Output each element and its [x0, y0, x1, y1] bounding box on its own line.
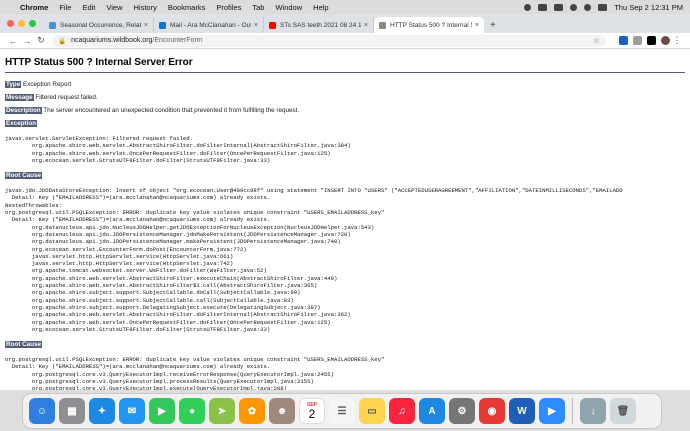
reminders-icon[interactable]: ☰ — [329, 398, 355, 424]
menu-chrome[interactable]: Chrome — [20, 3, 48, 12]
type-value: Exception Report — [22, 81, 72, 88]
zoom-icon[interactable]: ▶ — [539, 398, 565, 424]
calendar-day: 2 — [308, 406, 316, 421]
chrome-icon[interactable]: ◉ — [479, 398, 505, 424]
tab-title: HTTP Status 500 ? Internal Se — [390, 21, 472, 29]
url-host: ncaquariums.wildbook.org — [71, 37, 153, 44]
message-row: Message Filtered request failed. — [5, 94, 685, 101]
appstore-icon[interactable]: A — [419, 398, 445, 424]
messages-icon[interactable]: ● — [179, 398, 205, 424]
close-tab-icon[interactable]: × — [475, 22, 479, 29]
contacts-icon[interactable]: ☻ — [269, 398, 295, 424]
dock: ☺ ▦ ✦ ✉ ▶ ● ➤ ✿ ☻ SEP 2 ☰ ▭ ♫ A ⚙ ◉ W ▶ ↓ 🗑 — [22, 393, 662, 429]
music-icon[interactable]: ♫ — [389, 398, 415, 424]
lock-icon[interactable]: 🔒 — [58, 37, 66, 45]
description-value: The server encountered an unexpected con… — [43, 107, 300, 114]
extension-icon[interactable] — [619, 36, 628, 45]
close-window-icon[interactable] — [7, 20, 14, 27]
status-area: Thu Sep 2 12:31 PM — [524, 3, 690, 12]
url-path: /EncounterForm — [152, 37, 203, 44]
dock-area: ☺ ▦ ✦ ✉ ▶ ● ➤ ✿ ☻ SEP 2 ☰ ▭ ♫ A ⚙ ◉ W ▶ ↓ 🗑 — [0, 390, 690, 431]
control-center-icon[interactable] — [598, 3, 608, 11]
exception-heading: Exception — [5, 120, 38, 127]
back-button[interactable]: ← — [6, 36, 20, 46]
downloads-icon[interactable]: ↓ — [580, 398, 606, 424]
menu-file[interactable]: File — [59, 3, 71, 12]
word-icon[interactable]: W — [509, 398, 535, 424]
maps-icon[interactable]: ➤ — [209, 398, 235, 424]
reload-button[interactable]: ↻ — [34, 35, 48, 46]
root-cause-heading: Root Cause — [5, 341, 42, 349]
description-label: Description — [5, 107, 42, 114]
close-tab-icon[interactable]: × — [254, 22, 258, 29]
notes-icon[interactable]: ▭ — [359, 398, 385, 424]
extension-icon[interactable] — [647, 36, 656, 45]
browser-toolbar: ← → ↻ 🔒 ncaquariums.wildbook.org/Encount… — [0, 33, 690, 49]
root-cause-stack-trace: javax.jdo.JDODataStoreException: Insert … — [5, 187, 623, 333]
window-controls — [0, 14, 44, 33]
tab-title: Seasonal Occurrence, Relativ — [60, 21, 141, 29]
spotlight-icon[interactable] — [584, 3, 592, 11]
address-bar[interactable]: 🔒 ncaquariums.wildbook.org/EncounterForm… — [52, 34, 606, 47]
mail-icon[interactable]: ✉ — [119, 398, 145, 424]
menu-profiles[interactable]: Profiles — [216, 3, 241, 12]
battery-icon[interactable] — [554, 3, 564, 11]
tab-strip: Seasonal Occurrence, Relativ × Mail - Ar… — [0, 14, 690, 33]
finder-icon[interactable]: ☺ — [29, 398, 55, 424]
tab-title: STs SAS teeth 2021 08 24 163 — [280, 21, 361, 29]
outlook-favicon-icon — [159, 21, 166, 29]
tab-youtube-video[interactable]: STs SAS teeth 2021 08 24 163 × — [264, 17, 374, 33]
divider — [5, 72, 685, 73]
description-row: Description The server encountered an un… — [5, 107, 685, 114]
message-label: Message — [5, 94, 34, 101]
tab-seasonal-occurrence[interactable]: Seasonal Occurrence, Relativ × — [44, 17, 154, 33]
menu-edit[interactable]: Edit — [82, 3, 95, 12]
bookmark-star-icon[interactable]: ☆ — [593, 36, 600, 45]
fullscreen-window-icon[interactable] — [29, 20, 36, 27]
root-cause-heading: Root Cause — [5, 172, 42, 180]
exception-stack-trace: javax.servlet.ServletException: Filtered… — [5, 135, 351, 164]
wifi-icon[interactable] — [570, 3, 578, 11]
safari-icon[interactable]: ✦ — [89, 398, 115, 424]
menu-tab[interactable]: Tab — [252, 3, 264, 12]
menu-help[interactable]: Help — [313, 3, 328, 12]
menu-bar: Chrome File Edit View History Bookmarks … — [0, 0, 690, 14]
page-title: HTTP Status 500 ? Internal Server Error — [5, 57, 193, 68]
tab-outlook-mail[interactable]: Mail - Ara McClanahan - Outlo × — [154, 17, 264, 33]
page-content: HTTP Status 500 ? Internal Server Error … — [0, 49, 690, 390]
photos-icon[interactable]: ✿ — [239, 398, 265, 424]
tab-title: Mail - Ara McClanahan - Outlo — [170, 21, 251, 29]
close-tab-icon[interactable]: × — [144, 22, 148, 29]
calendar-icon[interactable]: SEP 2 — [299, 398, 325, 424]
tab-http-status-500[interactable]: HTTP Status 500 ? Internal Se × — [374, 17, 484, 33]
type-label: Type — [5, 81, 22, 88]
bluetooth-icon[interactable] — [538, 3, 548, 11]
type-row: Type Exception Report — [5, 81, 685, 88]
profile-avatar[interactable] — [661, 36, 670, 45]
more-menu-icon[interactable]: ⋮ — [670, 35, 684, 46]
forward-button[interactable]: → — [20, 36, 34, 46]
launchpad-icon[interactable]: ▦ — [59, 398, 85, 424]
document-favicon-icon — [49, 21, 56, 29]
menu-history[interactable]: History — [134, 3, 157, 12]
close-tab-icon[interactable]: × — [364, 22, 368, 29]
menu-view[interactable]: View — [106, 3, 122, 12]
minimize-window-icon[interactable] — [18, 20, 25, 27]
menu-window[interactable]: Window — [275, 3, 302, 12]
menu-bookmarks[interactable]: Bookmarks — [168, 3, 206, 12]
facetime-icon[interactable]: ▶ — [149, 398, 175, 424]
new-tab-button[interactable]: + — [484, 20, 502, 33]
message-value: Filtered request failed. — [35, 94, 98, 101]
menubar-clock[interactable]: Thu Sep 2 12:31 PM — [614, 3, 683, 12]
youtube-favicon-icon — [269, 21, 276, 29]
trash-icon[interactable]: 🗑 — [610, 398, 636, 424]
screen-record-icon[interactable] — [524, 3, 532, 11]
root-cause-stack-trace: org.postgresql.util.PSQLException: ERROR… — [5, 356, 385, 390]
extension-icon[interactable] — [633, 36, 642, 45]
system-preferences-icon[interactable]: ⚙ — [449, 398, 475, 424]
page-favicon-icon — [379, 21, 386, 29]
dock-separator — [572, 398, 573, 424]
